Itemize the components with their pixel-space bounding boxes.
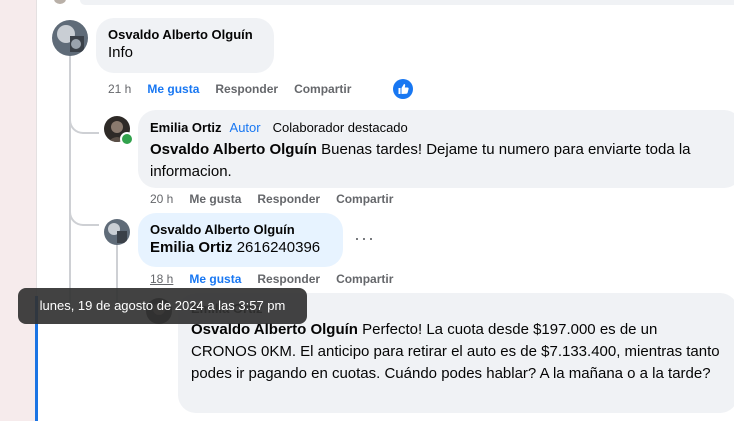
like-reaction-icon[interactable] <box>393 79 413 99</box>
comment-text: Osvaldo Alberto Olguín Buenas tardes! De… <box>150 139 730 183</box>
like-button[interactable]: Me gusta <box>147 82 199 96</box>
comment-text: Info <box>108 44 134 61</box>
author-badge: Autor <box>229 120 261 135</box>
comment-actions: 21 h Me gusta Responder Compartir <box>108 82 351 96</box>
thread-branch-reply-2 <box>69 200 99 226</box>
share-button[interactable]: Compartir <box>336 192 393 206</box>
share-button[interactable]: Compartir <box>336 272 393 286</box>
comment-text: Emilia Ortiz 2616240396 <box>150 237 331 259</box>
share-button[interactable]: Compartir <box>294 82 351 96</box>
comment-text: Osvaldo Alberto Olguín Perfecto! La cuot… <box>191 319 725 385</box>
avatar-osvaldo[interactable] <box>104 219 130 245</box>
comment-timestamp[interactable]: 20 h <box>150 192 173 206</box>
comment-timestamp[interactable]: 21 h <box>108 82 131 96</box>
comment-bubble: Emilia Ortiz Autor Colaborador destacado… <box>138 110 734 188</box>
left-panel-strip <box>0 0 36 421</box>
comment-actions: 18 h Me gusta Responder Compartir <box>150 272 393 286</box>
comment-bubble-highlighted: Osvaldo Alberto Olguín Emilia Ortiz 2616… <box>138 213 343 267</box>
comment-actions: 20 h Me gusta Responder Compartir <box>150 192 393 206</box>
previous-avatar <box>54 0 66 4</box>
reply-button[interactable]: Responder <box>257 272 320 286</box>
like-button[interactable]: Me gusta <box>189 192 241 206</box>
comment-header: Emilia Ortiz Autor Colaborador destacado <box>150 118 730 137</box>
contributor-badge: Colaborador destacado <box>268 118 412 137</box>
more-options-icon[interactable]: ··· <box>354 228 375 249</box>
comment-body: 2616240396 <box>236 239 321 256</box>
reply-button[interactable]: Responder <box>215 82 278 96</box>
like-button[interactable]: Me gusta <box>189 272 241 286</box>
thread-branch-reply-1 <box>69 108 99 134</box>
previous-comment-bubble <box>80 0 734 5</box>
online-status-icon <box>120 132 134 146</box>
comment-author[interactable]: Emilia Ortiz <box>150 120 222 135</box>
mention-link[interactable]: Emilia Ortiz <box>150 239 233 256</box>
avatar-osvaldo[interactable] <box>52 20 88 56</box>
mention-link[interactable]: Osvaldo Alberto Olguín <box>150 141 317 158</box>
thread-line-main <box>69 56 71 310</box>
comment-bubble: Osvaldo Alberto Olguín Info <box>96 18 274 73</box>
comment-author[interactable]: Osvaldo Alberto Olguín <box>108 27 262 42</box>
reply-button[interactable]: Responder <box>257 192 320 206</box>
comment-timestamp[interactable]: 18 h <box>150 272 173 286</box>
comment-author[interactable]: Osvaldo Alberto Olguín <box>150 222 331 237</box>
timestamp-tooltip: lunes, 19 de agosto de 2024 a las 3:57 p… <box>18 288 307 324</box>
